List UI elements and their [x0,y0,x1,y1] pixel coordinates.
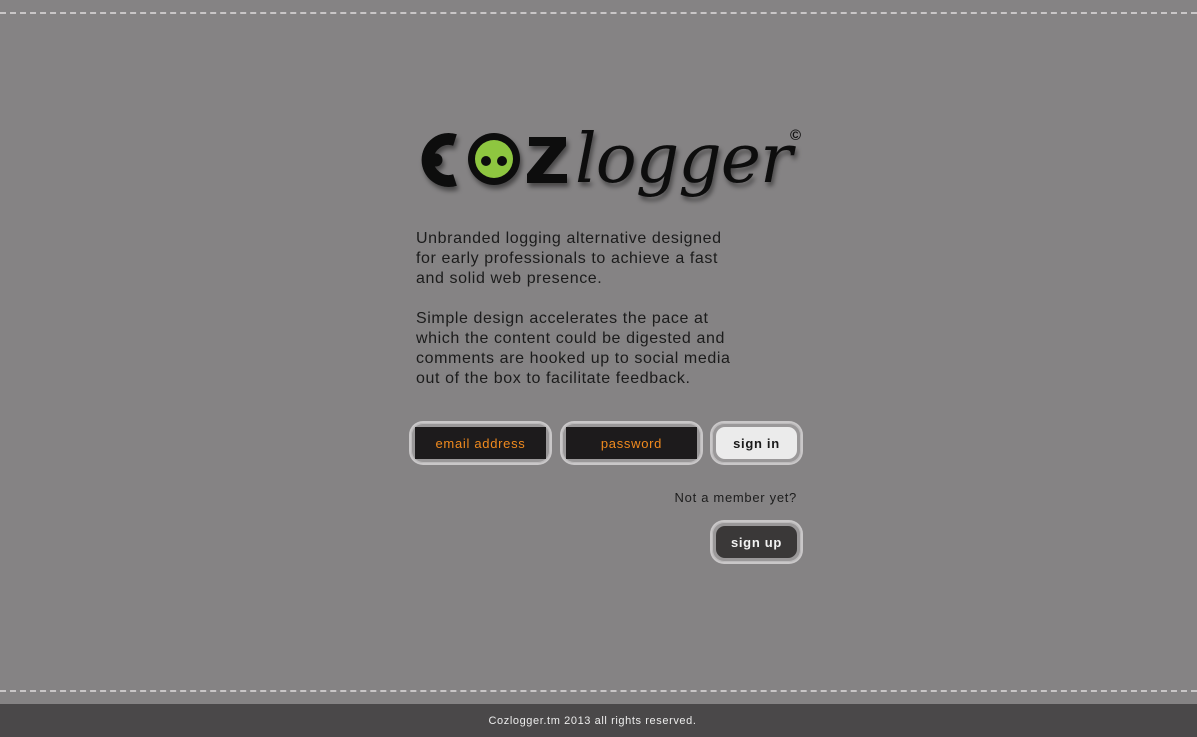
svg-text:©: © [790,127,801,144]
copyright-text: Cozlogger.tm 2013 all rights reserved. [488,714,697,727]
sign-up-button-frame: sign up [712,522,801,562]
cozlogger-logo-graphic: logger © [421,120,801,199]
svg-text:logger: logger [575,120,796,199]
email-field-container [415,427,546,459]
intro-paragraph-2: Simple design accelerates the pace at wh… [416,310,731,387]
email-field[interactable] [415,427,546,459]
page: logger © Unbranded logging alternative d… [0,0,1197,737]
email-field-frame [411,423,550,463]
bottom-stitch-divider [0,690,1197,692]
password-field[interactable] [566,427,697,459]
not-member-text: Not a member yet? [674,490,797,505]
intro-paragraph-1: Unbranded logging alternative designed f… [416,230,722,287]
intro-description: Unbranded logging alternative designed f… [416,229,796,409]
password-field-container [566,427,697,459]
top-stitch-divider [0,12,1197,14]
password-field-frame [562,423,701,463]
sign-up-button[interactable]: sign up [716,526,797,558]
sign-in-button[interactable]: sign in [716,427,797,459]
cozlogger-logo: logger © [412,100,812,210]
footer: Cozlogger.tm 2013 all rights reserved. [0,704,1197,737]
sign-in-button-frame: sign in [712,423,801,463]
